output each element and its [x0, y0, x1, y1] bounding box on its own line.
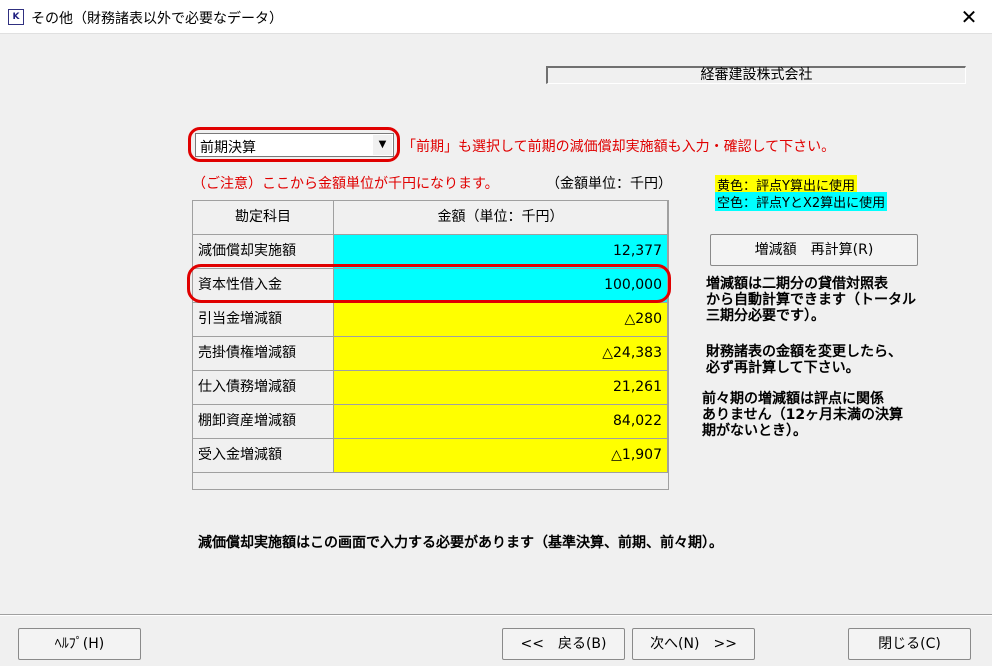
company-name: 経審建設株式会社: [546, 66, 966, 84]
help-paragraph-3: 前々期の増減額は評点に関係 ありません（12ヶ月未満の決算 期がないとき）。: [702, 391, 903, 439]
help-line: ありません（12ヶ月未満の決算: [702, 407, 904, 423]
legend-cyan: 空色：評点YとX2算出に使用: [715, 192, 888, 211]
help-paragraph-1: 増減額は二期分の貸借対照表 から自動計算できます（トータル 三期分必要です）。: [706, 276, 916, 324]
table-row-label: 受入金増減額: [193, 439, 334, 473]
recalc-button[interactable]: 増減額 再計算(R): [710, 234, 918, 266]
close-button[interactable]: 閉じる(C): [848, 628, 971, 660]
account-table: 勘定科目 金額（単位：千円） 減価償却実施額 12,377 資本性借入金 100…: [192, 200, 669, 490]
highlight-row-oval: [187, 264, 671, 303]
bottom-note: 減価償却実施額はこの画面で入力する必要があります（基準決算、前期、前々期）。: [198, 535, 723, 551]
notice-text: 「前期」も選択して前期の減価償却実施額も入力・確認して下さい。: [402, 139, 836, 155]
table-header-account: 勘定科目: [193, 201, 334, 235]
highlight-select-oval: [188, 127, 400, 162]
table-row-value[interactable]: △24,383: [334, 337, 668, 371]
next-button[interactable]: 次へ(N) >>: [632, 628, 755, 660]
help-line: 三期分必要です）。: [706, 308, 825, 324]
footer-divider: [0, 614, 992, 616]
table-header-amount: 金額（単位：千円）: [334, 201, 668, 235]
table-row-label: 棚卸資産増減額: [193, 405, 334, 439]
table-row-label: 仕入債務増減額: [193, 371, 334, 405]
title-bar: K その他（財務諸表以外で必要なデータ） ✕: [0, 0, 992, 34]
unit-label: （金額単位：千円）: [546, 176, 672, 192]
help-line: 期がないとき）。: [702, 423, 807, 439]
window-title: その他（財務諸表以外で必要なデータ）: [31, 11, 283, 27]
table-row-value[interactable]: △1,907: [334, 439, 668, 473]
help-line: 前々期の増減額は評点に関係: [702, 391, 884, 407]
table-row-value[interactable]: △280: [334, 303, 668, 337]
back-button[interactable]: << 戻る(B): [502, 628, 625, 660]
help-line: 財務諸表の金額を変更したら、: [706, 344, 902, 360]
help-line: 増減額は二期分の貸借対照表: [706, 276, 888, 292]
help-button[interactable]: ﾍﾙﾌﾟ(H): [18, 628, 141, 660]
help-line: から自動計算できます（トータル: [706, 292, 916, 308]
table-row-value[interactable]: 84,022: [334, 405, 668, 439]
table-row-label: 引当金増減額: [193, 303, 334, 337]
caution-text: （ご注意）ここから金額単位が千円になります。: [192, 176, 499, 192]
help-line: 必ず再計算して下さい。: [706, 360, 860, 376]
close-icon[interactable]: ✕: [946, 0, 992, 34]
table-row-value[interactable]: 21,261: [334, 371, 668, 405]
help-paragraph-2: 財務諸表の金額を変更したら、 必ず再計算して下さい。: [706, 344, 902, 376]
table-row-label: 売掛債権増減額: [193, 337, 334, 371]
app-icon: K: [8, 9, 24, 25]
